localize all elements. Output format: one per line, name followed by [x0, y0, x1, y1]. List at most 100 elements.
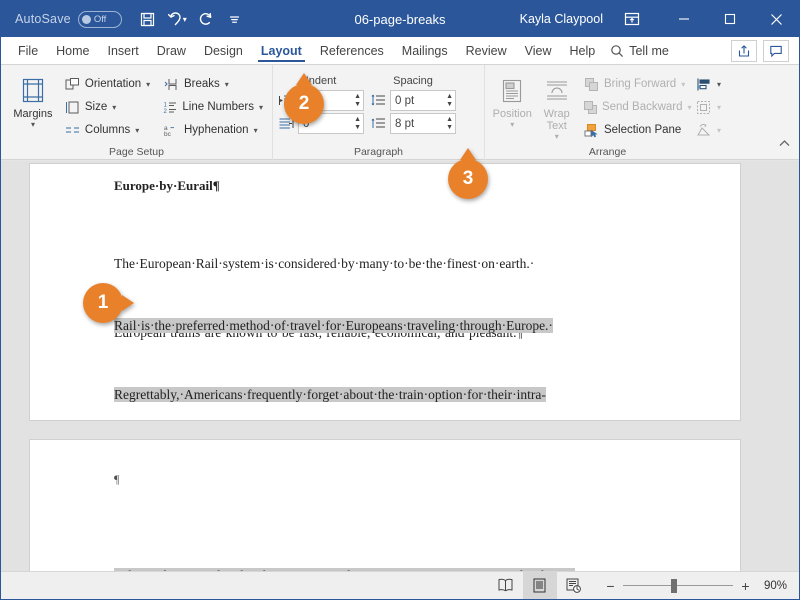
status-bar-right: − + 90%	[489, 571, 799, 600]
spacing-column: Spacing 0 pt ▲ ▼ 8 pt ▲ ▼	[370, 72, 456, 135]
spacing-before-spinner[interactable]: ▲ ▼	[446, 91, 453, 110]
tab-insert[interactable]: Insert	[99, 37, 148, 64]
undo-caret[interactable]: ▾	[183, 15, 187, 24]
ribbon-group-arrange: Position ▾ Wrap Text ▾ Bring Forward ▾ S…	[485, 65, 730, 160]
columns-button[interactable]: Columns ▾	[60, 119, 159, 141]
breaks-caret[interactable]: ▾	[225, 80, 229, 89]
zoom-in-button[interactable]: +	[740, 578, 751, 594]
document-canvas[interactable]: Europe·by·Eurail¶ The·European·Rail·syst…	[1, 161, 799, 571]
comments-icon[interactable]	[763, 39, 789, 62]
align-objects-caret[interactable]: ▾	[717, 80, 721, 89]
group-objects-button[interactable]: ▾	[691, 96, 725, 118]
position-button[interactable]: Position ▾	[490, 71, 534, 129]
zoom-slider-thumb[interactable]	[670, 578, 677, 593]
line-numbers-caret[interactable]: ▾	[259, 103, 263, 112]
bring-forward-icon	[583, 76, 600, 93]
tab-design[interactable]: Design	[195, 37, 252, 64]
spacing-after-input[interactable]: 8 pt ▲ ▼	[390, 113, 456, 134]
hyphenation-icon: a bc	[163, 122, 180, 139]
breaks-button[interactable]: Breaks ▾	[159, 73, 267, 95]
read-mode-icon[interactable]	[489, 572, 523, 600]
svg-text:1: 1	[164, 102, 168, 108]
spacing-after-spinner[interactable]: ▲ ▼	[446, 114, 453, 133]
tab-view[interactable]: View	[516, 37, 561, 64]
indent-header: Indent	[305, 74, 337, 87]
spacing-after-row: 8 pt ▲ ▼	[370, 112, 456, 135]
zoom-slider[interactable]	[622, 578, 733, 593]
align-objects-button[interactable]: ▾	[691, 73, 725, 95]
spacing-after-value: 8 pt	[395, 117, 415, 130]
web-layout-icon[interactable]	[557, 572, 591, 600]
wrap-text-caret[interactable]: ▾	[555, 132, 559, 141]
ribbon-group-page-setup: Margins ▾ Orientation ▾ Size ▾ Columns ▾…	[1, 65, 273, 160]
wrap-text-button[interactable]: Wrap Text ▾	[534, 71, 578, 141]
quick-access-toolbar: ▾	[134, 6, 249, 32]
tab-review[interactable]: Review	[457, 37, 516, 64]
tab-strip-right-buttons	[731, 37, 799, 64]
close-button[interactable]	[753, 1, 799, 37]
customize-quick-access-toolbar-icon[interactable]	[221, 6, 249, 32]
minimize-button[interactable]	[661, 1, 707, 37]
undo-icon[interactable]: ▾	[163, 6, 191, 32]
save-icon[interactable]	[134, 6, 162, 32]
margins-button[interactable]: Margins ▾	[6, 71, 60, 129]
hyphenation-caret[interactable]: ▾	[254, 126, 258, 135]
bring-forward-button[interactable]: Bring Forward ▾	[579, 73, 691, 95]
tab-draw[interactable]: Draw	[148, 37, 195, 64]
user-account-name[interactable]: Kayla Claypool	[520, 12, 603, 26]
tab-help[interactable]: Help	[561, 37, 605, 64]
orientation-icon	[64, 76, 81, 93]
autosave-label: AutoSave	[15, 12, 71, 26]
page-setup-group-label: Page Setup	[109, 146, 164, 158]
orientation-button[interactable]: Orientation ▾	[60, 73, 159, 95]
tab-file[interactable]: File	[9, 37, 47, 64]
zoom-control[interactable]: − + 90%	[605, 578, 787, 594]
zoom-percent-label[interactable]: 90%	[764, 580, 787, 592]
line-numbers-button[interactable]: 1 2 Line Numbers ▾	[159, 96, 267, 118]
margins-caret[interactable]: ▾	[31, 120, 35, 129]
wrap-text-icon	[543, 74, 571, 108]
size-caret[interactable]: ▾	[112, 103, 116, 112]
group-objects-caret[interactable]: ▾	[717, 103, 721, 112]
spacing-before-icon	[370, 92, 387, 109]
redo-icon[interactable]	[192, 6, 220, 32]
document-page-2-paragraph: rail·travel·is·considered·to·be·a·poor·t…	[114, 518, 718, 571]
columns-caret[interactable]: ▾	[135, 126, 139, 135]
rotate-objects-button[interactable]: ▾	[691, 119, 725, 141]
collapse-ribbon-icon[interactable]	[778, 137, 791, 155]
paragraph-2-line-2: Regrettably,·Americans·frequently·forget…	[114, 387, 546, 402]
tell-me-box[interactable]: Tell me	[604, 37, 669, 64]
svg-text:bc: bc	[164, 131, 172, 138]
indent-left-spinner[interactable]: ▲ ▼	[354, 91, 361, 110]
bring-forward-caret[interactable]: ▾	[681, 80, 685, 89]
document-page-2[interactable]: ¶ rail·travel·is·considered·to·be·a·poor…	[29, 439, 741, 571]
print-layout-icon[interactable]	[522, 571, 557, 599]
tab-layout[interactable]: Layout	[252, 37, 311, 64]
rotate-objects-caret[interactable]: ▾	[717, 126, 721, 135]
size-button[interactable]: Size ▾	[60, 96, 159, 118]
orientation-caret[interactable]: ▾	[146, 80, 150, 89]
tell-me-label: Tell me	[629, 43, 669, 58]
selection-pane-label: Selection Pane	[603, 124, 682, 136]
hyphenation-button[interactable]: a bc Hyphenation ▾	[159, 119, 267, 141]
send-backward-button[interactable]: Send Backward ▾	[579, 96, 692, 118]
callout-1-number: 1	[97, 292, 109, 313]
selection-pane-button[interactable]: Selection Pane	[579, 119, 691, 141]
zoom-out-button[interactable]: −	[605, 578, 616, 594]
title-bar: AutoSave Off ▾ 06-page-breaks Kayla Clay…	[1, 1, 799, 37]
autosave-toggle[interactable]: Off	[77, 10, 122, 28]
position-caret[interactable]: ▾	[510, 120, 514, 129]
document-page-1[interactable]: Europe·by·Eurail¶ The·European·Rail·syst…	[29, 163, 741, 540]
share-icon[interactable]	[731, 39, 757, 62]
spacing-before-row: 0 pt ▲ ▼	[370, 89, 456, 112]
indent-right-spinner[interactable]: ▲ ▼	[354, 114, 361, 133]
ribbon-display-options-icon[interactable]	[617, 6, 647, 32]
callout-3-number: 3	[462, 168, 474, 189]
spacing-before-input[interactable]: 0 pt ▲ ▼	[390, 90, 456, 111]
autosave-toggle-knob	[81, 14, 91, 24]
autosave-control[interactable]: AutoSave Off	[15, 10, 122, 28]
tab-mailings[interactable]: Mailings	[393, 37, 457, 64]
tab-references[interactable]: References	[311, 37, 393, 64]
maximize-button[interactable]	[707, 1, 753, 37]
tab-home[interactable]: Home	[47, 37, 98, 64]
